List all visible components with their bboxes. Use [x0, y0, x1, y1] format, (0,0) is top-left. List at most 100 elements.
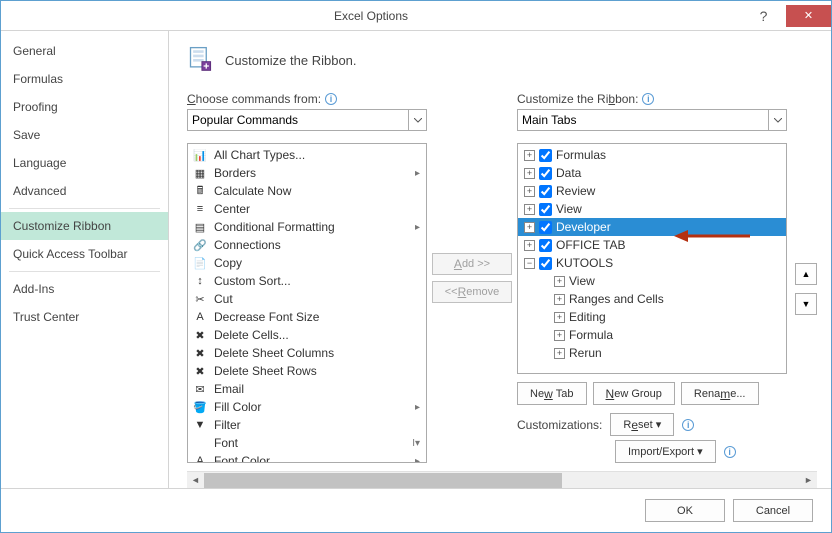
submenu-indicator-icon: ▸ [415, 456, 420, 463]
sidebar-item-save[interactable]: Save [1, 121, 168, 149]
expand-icon[interactable]: + [554, 294, 565, 305]
tree-checkbox[interactable] [539, 239, 552, 252]
expand-icon[interactable]: + [524, 150, 535, 161]
command-item[interactable]: 🔗Connections [188, 236, 426, 254]
command-item[interactable]: ✉Email [188, 380, 426, 398]
command-item[interactable]: ADecrease Font Size [188, 308, 426, 326]
move-down-button[interactable]: ▼ [795, 293, 817, 315]
command-icon: ▤ [192, 219, 208, 235]
scroll-left-icon[interactable]: ◄ [187, 473, 204, 488]
collapse-icon[interactable]: − [524, 258, 535, 269]
info-icon[interactable]: i [642, 93, 654, 105]
tree-checkbox[interactable] [539, 167, 552, 180]
command-item[interactable]: ≡Center [188, 200, 426, 218]
customize-ribbon-label: Customize the Ribbon: i [517, 92, 817, 106]
info-icon[interactable]: i [325, 93, 337, 105]
expand-icon[interactable]: + [524, 240, 535, 251]
close-button[interactable]: ✕ [786, 5, 831, 27]
tree-item-view[interactable]: +View [518, 200, 786, 218]
expand-icon[interactable]: + [524, 204, 535, 215]
tree-checkbox[interactable] [539, 257, 552, 270]
command-label: Decrease Font Size [214, 310, 422, 324]
command-item[interactable]: ▦Borders▸ [188, 164, 426, 182]
customize-ribbon-value: Main Tabs [522, 113, 576, 127]
tree-checkbox[interactable] [539, 149, 552, 162]
expand-icon[interactable]: + [554, 276, 565, 287]
choose-commands-combo[interactable]: Popular Commands [187, 109, 427, 131]
expand-icon[interactable]: + [524, 168, 535, 179]
command-item[interactable]: FontI▾ [188, 434, 426, 452]
sidebar-item-add-ins[interactable]: Add-Ins [1, 275, 168, 303]
tree-checkbox[interactable] [539, 203, 552, 216]
tree-item-data[interactable]: +Data [518, 164, 786, 182]
tree-item-review[interactable]: + Review [518, 182, 786, 200]
window-title: Excel Options [1, 9, 741, 23]
tree-checkbox[interactable] [539, 221, 552, 234]
sidebar-item-trust-center[interactable]: Trust Center [1, 303, 168, 331]
command-item[interactable]: ✖Delete Cells... [188, 326, 426, 344]
expand-icon[interactable]: + [524, 222, 535, 233]
commands-listbox[interactable]: 📊All Chart Types...▦Borders▸🖩Calculate N… [187, 143, 427, 463]
command-item[interactable]: ▼Filter [188, 416, 426, 434]
customize-ribbon-combo[interactable]: Main Tabs [517, 109, 787, 131]
info-icon[interactable]: i [724, 446, 736, 458]
info-icon[interactable]: i [682, 419, 694, 431]
expand-icon[interactable]: + [554, 312, 565, 323]
tree-checkbox[interactable] [539, 185, 552, 198]
tree-item-formula[interactable]: +Formula [518, 326, 786, 344]
command-label: Filter [214, 418, 422, 432]
move-up-button[interactable]: ▲ [795, 263, 817, 285]
tree-item-editing[interactable]: + Editing [518, 308, 786, 326]
tree-item-formulas[interactable]: +Formulas [518, 146, 786, 164]
ok-button[interactable]: OK [645, 499, 725, 522]
new-group-button[interactable]: New Group [593, 382, 675, 405]
command-item[interactable]: ✖Delete Sheet Columns [188, 344, 426, 362]
category-sidebar: GeneralFormulasProofingSaveLanguageAdvan… [1, 31, 169, 488]
rename-button[interactable]: Rename... [681, 382, 759, 405]
tree-item-rerun[interactable]: +Rerun [518, 344, 786, 362]
chevron-down-icon [768, 110, 786, 130]
command-item[interactable]: ↕Custom Sort... [188, 272, 426, 290]
scroll-right-icon[interactable]: ► [800, 473, 817, 488]
command-item[interactable]: 🪣Fill Color▸ [188, 398, 426, 416]
command-item[interactable]: ▤Conditional Formatting▸ [188, 218, 426, 236]
add-button[interactable]: Add >> [432, 253, 512, 275]
choose-commands-label: Choose commands from: i [187, 92, 427, 106]
choose-commands-value: Popular Commands [192, 113, 298, 127]
remove-button[interactable]: << Remove [432, 281, 512, 303]
cancel-button[interactable]: Cancel [733, 499, 813, 522]
command-item[interactable]: 🖩Calculate Now [188, 182, 426, 200]
command-icon: ✖ [192, 327, 208, 343]
tree-item-ranges-and-cells[interactable]: +Ranges and Cells [518, 290, 786, 308]
command-item[interactable]: 📊All Chart Types... [188, 146, 426, 164]
sidebar-item-formulas[interactable]: Formulas [1, 65, 168, 93]
command-label: Cut [214, 292, 422, 306]
tree-item-view[interactable]: +View [518, 272, 786, 290]
command-item[interactable]: ✖Delete Sheet Rows [188, 362, 426, 380]
sidebar-item-proofing[interactable]: Proofing [1, 93, 168, 121]
command-icon: ▦ [192, 165, 208, 181]
command-item[interactable]: 📄Copy [188, 254, 426, 272]
command-item[interactable]: ✂Cut [188, 290, 426, 308]
help-button[interactable]: ? [741, 5, 786, 27]
horizontal-scrollbar[interactable]: ◄ ► [187, 471, 817, 488]
sidebar-item-language[interactable]: Language [1, 149, 168, 177]
expand-icon[interactable]: + [554, 330, 565, 341]
sidebar-item-quick-access-toolbar[interactable]: Quick Access Toolbar [1, 240, 168, 268]
sidebar-item-customize-ribbon[interactable]: Customize Ribbon [1, 212, 168, 240]
tree-label: Editing [569, 310, 606, 324]
ribbon-tree[interactable]: +Formulas+Data+Review+View+Developer+OFF… [517, 143, 787, 374]
new-tab-button[interactable]: New Tab [517, 382, 587, 405]
command-icon: ≡ [192, 201, 208, 217]
import-export-button[interactable]: Import/Export ▾ [615, 440, 716, 463]
tree-label: Review [556, 184, 595, 198]
tree-item-kutools[interactable]: −KUTOOLS [518, 254, 786, 272]
sidebar-item-general[interactable]: General [1, 37, 168, 65]
expand-icon[interactable]: + [554, 348, 565, 359]
sidebar-item-advanced[interactable]: Advanced [1, 177, 168, 205]
command-item[interactable]: AFont Color▸ [188, 452, 426, 462]
tree-item-developer[interactable]: +Developer [518, 218, 786, 236]
reset-button[interactable]: Reset ▾ [610, 413, 674, 436]
expand-icon[interactable]: + [524, 186, 535, 197]
tree-item-office-tab[interactable]: +OFFICE TAB [518, 236, 786, 254]
